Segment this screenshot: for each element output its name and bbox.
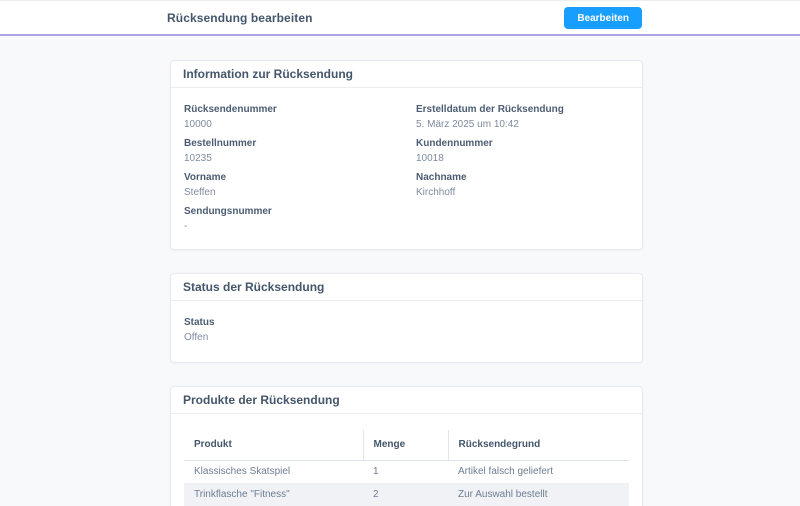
page-title: Rücksendung bearbeiten: [167, 11, 313, 25]
field-label: Nachname: [416, 172, 629, 184]
card-body: Status Offen: [171, 301, 642, 362]
field-return-number: Rücksendenummer 10000: [184, 104, 416, 131]
column-header-product: Produkt: [184, 430, 363, 460]
field-label: Sendungsnummer: [184, 206, 416, 218]
cell-return-reason: Zur Auswahl bestellt: [448, 483, 629, 506]
cell-quantity: 2: [363, 483, 448, 506]
field-customer-number: Kundennummer 10018: [416, 138, 629, 165]
field-label: Bestellnummer: [184, 138, 416, 150]
card-return-status: Status der Rücksendung Status Offen: [170, 273, 643, 363]
field-value: 10000: [184, 119, 416, 131]
field-created-date: Erstelldatum der Rücksendung 5. März 202…: [416, 104, 629, 131]
field-label: Status: [184, 317, 629, 329]
edit-button[interactable]: Bearbeiten: [564, 7, 642, 29]
field-first-name: Vorname Steffen: [184, 172, 416, 199]
field-last-name: Nachname Kirchhoff: [416, 172, 629, 199]
column-header-quantity: Menge: [363, 430, 448, 460]
main-content: Information zur Rücksendung Rücksendenum…: [170, 60, 643, 506]
card-header: Status der Rücksendung: [171, 274, 642, 301]
cell-return-reason: Artikel falsch geliefert: [448, 460, 629, 483]
field-label: Erstelldatum der Rücksendung: [416, 104, 629, 116]
field-status: Status Offen: [184, 317, 629, 344]
field-label: Vorname: [184, 172, 416, 184]
field-value: 5. März 2025 um 10:42: [416, 119, 629, 131]
table-row[interactable]: Trinkflasche "Fitness" 2 Zur Auswahl bes…: [184, 483, 629, 506]
field-value: -: [184, 221, 416, 233]
card-return-products: Produkte der Rücksendung Produkt Menge R…: [170, 386, 643, 506]
table-header-row: Produkt Menge Rücksendegrund: [184, 430, 629, 460]
field-label: Rücksendenummer: [184, 104, 416, 116]
card-title: Information zur Rücksendung: [183, 67, 353, 81]
products-table: Produkt Menge Rücksendegrund Klassisches…: [184, 430, 629, 506]
column-header-return-reason: Rücksendegrund: [448, 430, 629, 460]
field-value: 10018: [416, 153, 629, 165]
cell-product: Klassisches Skatspiel: [184, 460, 363, 483]
field-value: Steffen: [184, 187, 416, 199]
cell-quantity: 1: [363, 460, 448, 483]
field-value: 10235: [184, 153, 416, 165]
card-return-information: Information zur Rücksendung Rücksendenum…: [170, 60, 643, 250]
card-body: Rücksendenummer 10000 Erstelldatum der R…: [171, 88, 642, 249]
field-tracking-number: Sendungsnummer -: [184, 206, 416, 233]
field-value: Offen: [184, 332, 629, 344]
card-header: Produkte der Rücksendung: [171, 387, 642, 414]
cell-product: Trinkflasche "Fitness": [184, 483, 363, 506]
field-label: Kundennummer: [416, 138, 629, 150]
smart-bar: Rücksendung bearbeiten Bearbeiten: [0, 0, 800, 36]
card-title: Produkte der Rücksendung: [183, 393, 340, 407]
card-header: Information zur Rücksendung: [171, 61, 642, 88]
field-grid: Rücksendenummer 10000 Erstelldatum der R…: [184, 104, 629, 233]
card-title: Status der Rücksendung: [183, 280, 324, 294]
card-body: Produkt Menge Rücksendegrund Klassisches…: [171, 414, 642, 506]
field-value: Kirchhoff: [416, 187, 629, 199]
field-order-number: Bestellnummer 10235: [184, 138, 416, 165]
table-row[interactable]: Klassisches Skatspiel 1 Artikel falsch g…: [184, 460, 629, 483]
smart-bar-content: Rücksendung bearbeiten Bearbeiten: [167, 1, 642, 34]
